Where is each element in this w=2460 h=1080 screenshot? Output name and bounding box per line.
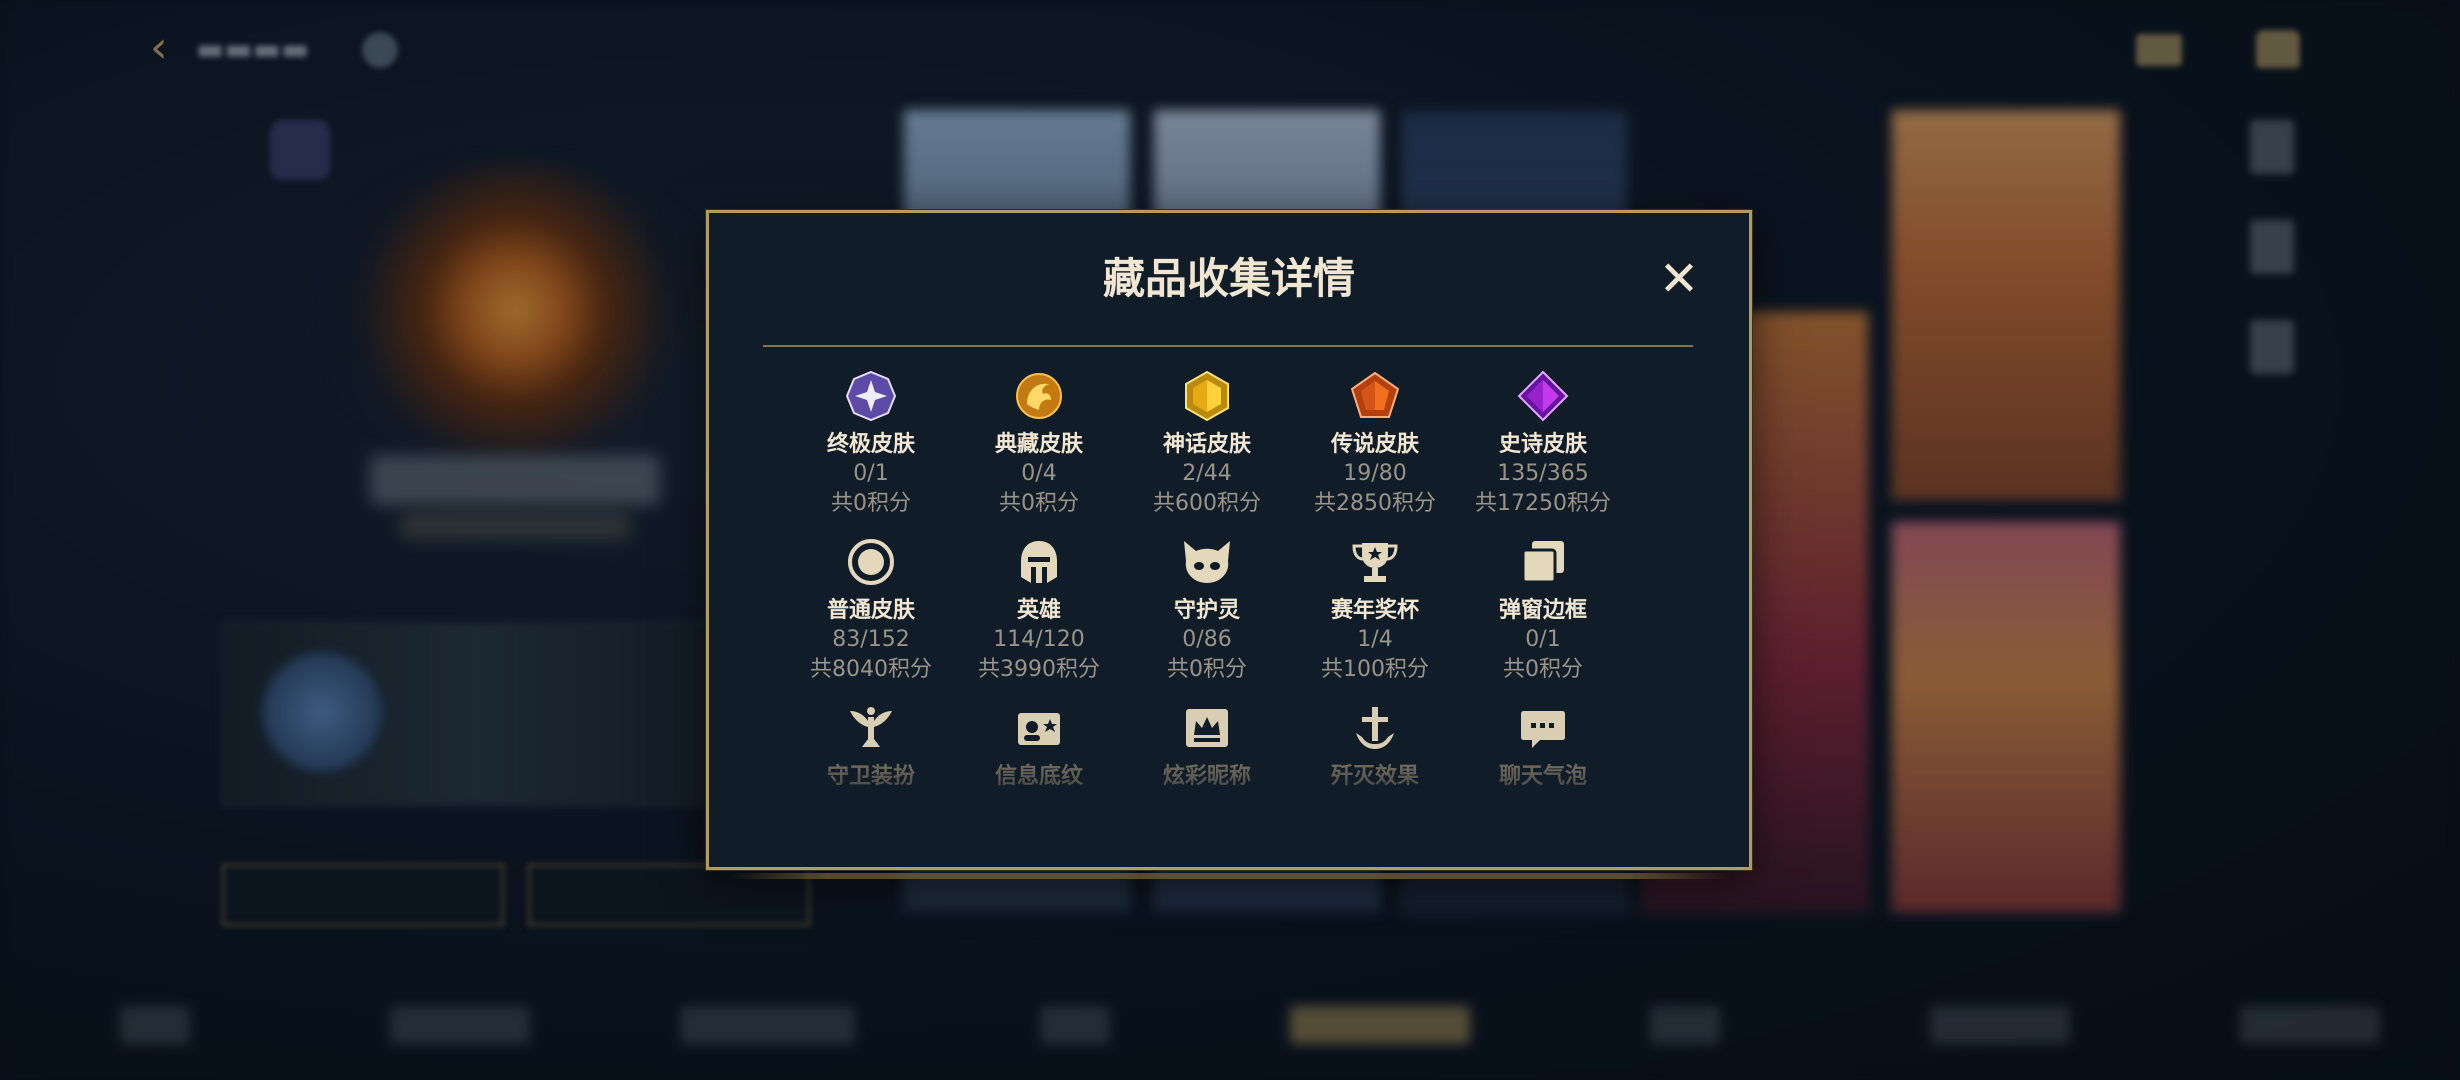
popup-frame-icon [1521, 541, 1564, 584]
item-points: 共600积分 [1153, 491, 1261, 516]
ultimate-skin-icon [845, 370, 897, 422]
item-points: 共0积分 [999, 491, 1079, 516]
collection-item[interactable]: 史诗皮肤 135/365 共17250积分 [1459, 367, 1627, 516]
collection-item[interactable]: 弹窗边框 0/1 共0积分 [1459, 533, 1627, 682]
item-label: 终极皮肤 [826, 432, 915, 457]
title-divider [763, 345, 1693, 347]
item-points: 共3990积分 [978, 657, 1100, 682]
item-label: 守护灵 [1173, 598, 1240, 623]
item-points: 共2850积分 [1314, 491, 1436, 516]
item-label: 歼灭效果 [1330, 764, 1419, 789]
item-count: 83/152 [832, 627, 910, 652]
prestige-skin-icon [1016, 373, 1062, 419]
item-count: 1/4 [1357, 627, 1393, 652]
collection-item[interactable]: 终极皮肤 0/1 共0积分 [787, 367, 955, 516]
elimination-effect-icon [1356, 707, 1394, 749]
item-count: 0/1 [853, 461, 889, 486]
modal-title: 藏品收集详情 [1102, 254, 1355, 303]
season-trophy-icon [1352, 543, 1398, 582]
colorful-nickname-icon [1186, 709, 1228, 747]
item-label: 赛年奖杯 [1330, 598, 1419, 623]
collection-item[interactable]: 典藏皮肤 0/4 共0积分 [955, 367, 1123, 516]
collection-details-modal: 藏品收集详情 ✕ 终极皮肤 0/1 共0积分 典藏皮肤 0/4 共0积分 神话皮… [706, 210, 1752, 879]
collection-item[interactable]: 守卫装扮 [787, 699, 955, 847]
collection-item[interactable]: 神话皮肤 2/44 共600积分 [1123, 367, 1291, 516]
item-label: 信息底纹 [994, 764, 1083, 789]
screen: ‹ ▬▬▬▬ 藏品收集详情 ✕ 终极皮肤 0/1 共0积分 典藏皮肤 0/4 共… [0, 0, 2460, 1080]
item-label: 英雄 [1016, 598, 1061, 623]
collection-grid: 终极皮肤 0/1 共0积分 典藏皮肤 0/4 共0积分 神话皮肤 2/44 共6… [787, 367, 1627, 847]
item-points: 共0积分 [1503, 657, 1583, 682]
legendary-skin-icon [1350, 371, 1400, 418]
item-label: 传说皮肤 [1330, 432, 1419, 457]
item-label: 典藏皮肤 [994, 432, 1083, 457]
collection-item[interactable]: 炫彩昵称 [1123, 699, 1291, 847]
item-label: 守卫装扮 [826, 764, 915, 789]
item-count: 135/365 [1497, 461, 1589, 486]
collection-item[interactable]: 守护灵 0/86 共0积分 [1123, 533, 1291, 682]
info-banner-icon [1018, 713, 1060, 745]
item-label: 普通皮肤 [826, 598, 915, 623]
item-label: 炫彩昵称 [1162, 764, 1251, 789]
collection-item[interactable]: 聊天气泡 [1459, 699, 1627, 847]
item-count: 0/1 [1525, 627, 1561, 652]
collection-item[interactable]: 传说皮肤 19/80 共2850积分 [1291, 367, 1459, 516]
item-points: 共100积分 [1321, 657, 1429, 682]
collection-item[interactable]: 歼灭效果 [1291, 699, 1459, 847]
guardian-spirit-icon [1184, 541, 1230, 583]
close-icon[interactable]: ✕ [1657, 255, 1701, 303]
collection-item[interactable]: 英雄 114/120 共3990积分 [955, 533, 1123, 682]
item-label: 神话皮肤 [1162, 432, 1251, 457]
mythic-skin-icon [1185, 370, 1229, 422]
chat-bubble-icon [1521, 711, 1565, 748]
epic-skin-icon [1517, 370, 1569, 422]
item-points: 共17250积分 [1475, 491, 1611, 516]
item-points: 共0积分 [1167, 657, 1247, 682]
item-count: 2/44 [1182, 461, 1232, 486]
item-label: 弹窗边框 [1498, 598, 1587, 623]
collection-item[interactable]: 赛年奖杯 1/4 共100积分 [1291, 533, 1459, 682]
item-label: 史诗皮肤 [1498, 432, 1587, 457]
item-count: 0/4 [1021, 461, 1057, 486]
item-points: 共8040积分 [810, 657, 932, 682]
standard-skin-icon [848, 539, 894, 585]
item-points: 共0积分 [831, 491, 911, 516]
collection-item[interactable]: 普通皮肤 83/152 共8040积分 [787, 533, 955, 682]
item-count: 19/80 [1343, 461, 1407, 486]
collection-item[interactable]: 信息底纹 [955, 699, 1123, 847]
item-label: 聊天气泡 [1498, 764, 1587, 789]
champion-helmet-icon [1021, 541, 1057, 583]
item-count: 0/86 [1182, 627, 1232, 652]
item-count: 114/120 [993, 627, 1085, 652]
ward-skin-icon [850, 707, 892, 747]
